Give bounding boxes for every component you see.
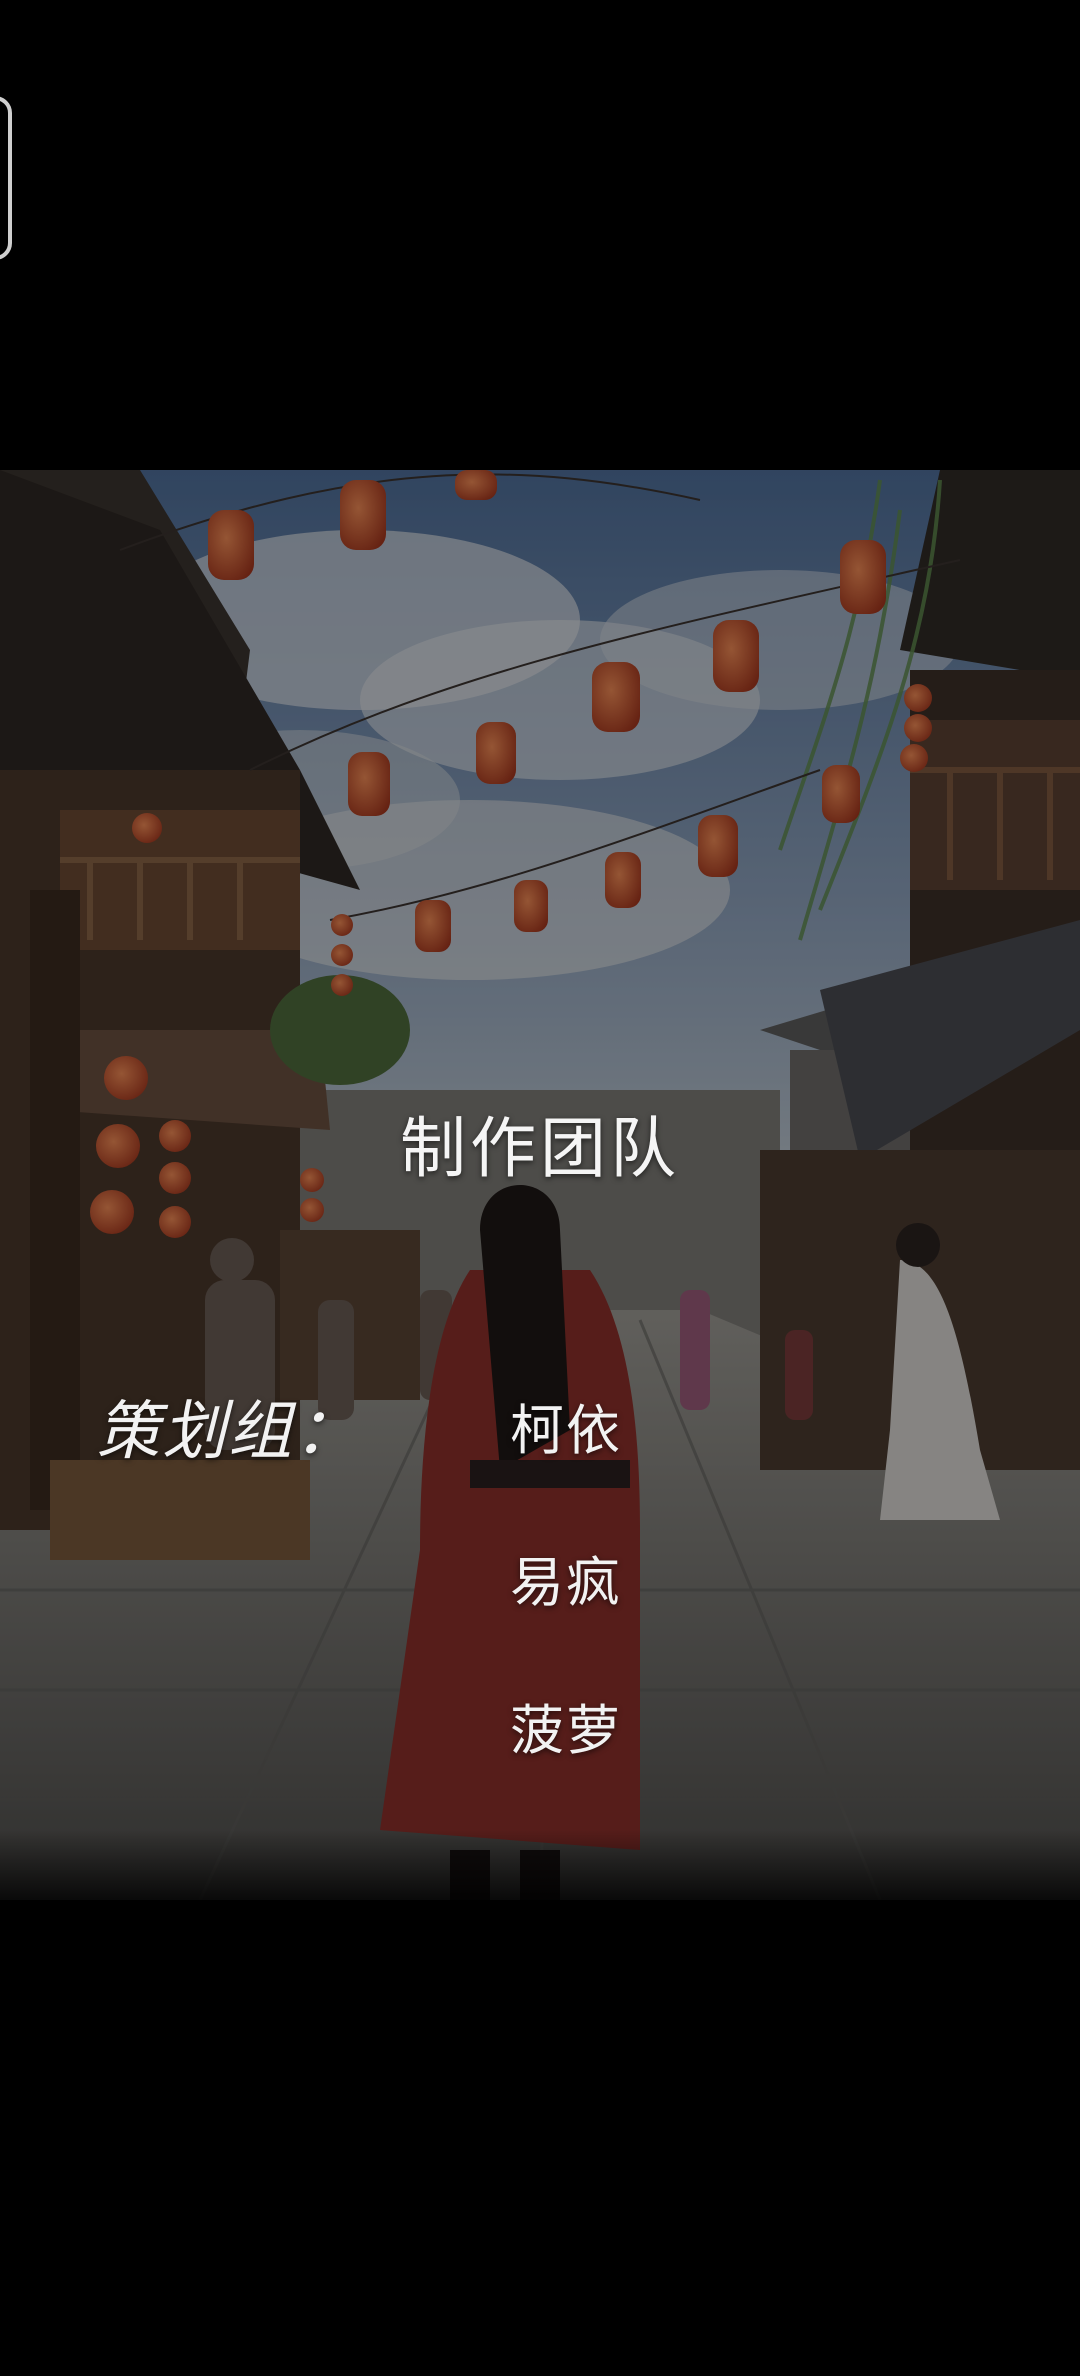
credits-title: 制作团队 bbox=[400, 1110, 680, 1187]
team-member-name: 柯依 bbox=[510, 1399, 622, 1462]
team-member-name: 易疯 bbox=[510, 1551, 622, 1614]
team-member-name: 菠萝 bbox=[510, 1699, 622, 1762]
planning-team-label: 策划组： bbox=[96, 1395, 360, 1469]
edge-handle-icon[interactable] bbox=[0, 96, 12, 260]
